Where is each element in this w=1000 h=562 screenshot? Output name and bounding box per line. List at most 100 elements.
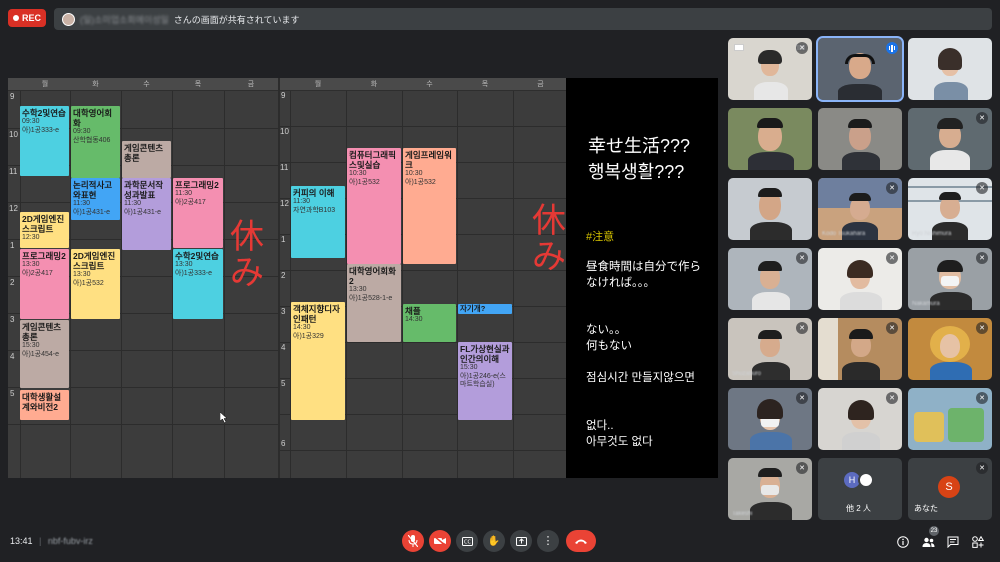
note-paragraph: 점심시간 만들지않으면 bbox=[586, 372, 695, 384]
self-avatar: S bbox=[938, 476, 960, 498]
calendar-event[interactable]: 대학영어회화2 13:30 아)1공528-1-e bbox=[347, 264, 401, 342]
participant-tile[interactable]: ✕ Shuzaburo bbox=[728, 318, 812, 380]
calendar-event[interactable]: 프로그래밍2 11:30 아)2공417 bbox=[173, 178, 223, 248]
chat-icon bbox=[947, 536, 959, 548]
captions-button[interactable]: CC bbox=[456, 530, 478, 552]
people-button[interactable] bbox=[920, 534, 936, 550]
calendar-event[interactable]: 수학2및연습 09:30 아)1공333-e bbox=[20, 106, 69, 176]
day-tue: 화 bbox=[92, 81, 99, 88]
camera-off-button[interactable] bbox=[429, 530, 451, 552]
hour-label: 3 bbox=[10, 315, 15, 324]
calendar-event[interactable]: 객체지향디자인패턴 14:30 아)1공329 bbox=[291, 302, 345, 420]
day-wed: 수 bbox=[143, 81, 150, 88]
more-options-button[interactable]: ⋮ bbox=[537, 530, 559, 552]
hour-label: 5 bbox=[281, 379, 286, 388]
break-mark: 休み bbox=[532, 201, 566, 277]
note-panel: 幸せ生活??? 행복생활??? #注意 昼食時間は自分で作らなければ。。。 ない… bbox=[566, 78, 718, 478]
participant-tile[interactable] bbox=[728, 108, 812, 170]
participant-tile-active-speaker[interactable] bbox=[816, 36, 904, 102]
clock-time: 13:41 bbox=[10, 536, 33, 546]
activities-shapes-icon bbox=[972, 536, 984, 548]
calendar-event[interactable]: 컴퓨터그래픽스및실습 10:30 아)1공532 bbox=[347, 148, 401, 264]
hour-label: 4 bbox=[281, 343, 286, 352]
mic-muted-icon: ✕ bbox=[976, 322, 988, 334]
hour-label: 3 bbox=[281, 307, 286, 316]
calendar-event[interactable]: 자기개? bbox=[458, 304, 512, 314]
day-thu: 목 bbox=[481, 81, 489, 88]
presenting-banner: (일)소미업소회에이성일 さんの画面が共有されています bbox=[54, 8, 992, 30]
leave-call-button[interactable] bbox=[566, 530, 596, 552]
calendar-event[interactable]: 대학영어회화 09:30 산학협동406 bbox=[71, 106, 120, 178]
calendar-event[interactable]: 과학문서작성과발표 11:30 아)1공431-e bbox=[122, 178, 171, 250]
day-mon: 월 bbox=[314, 81, 322, 88]
activities-button[interactable] bbox=[970, 534, 986, 550]
hand-icon: ✋ bbox=[487, 535, 501, 547]
participant-tile[interactable]: ✕ bbox=[818, 248, 902, 310]
calendar-event[interactable]: 채플 14:30 bbox=[403, 304, 456, 342]
hour-label: 9 bbox=[281, 91, 286, 100]
top-bar: REC (일)소미업소회에이성일 さんの画面が共有されています bbox=[0, 0, 1000, 38]
presenter-avatar bbox=[62, 12, 75, 26]
raise-hand-button[interactable]: ✋ bbox=[483, 530, 505, 552]
meeting-code[interactable]: nbf-fubv-irz bbox=[48, 536, 93, 546]
chat-button[interactable] bbox=[945, 534, 961, 550]
participant-tile[interactable]: ✕ Nakamura bbox=[908, 248, 992, 310]
camera-off-icon bbox=[434, 536, 446, 546]
mouse-cursor-icon bbox=[220, 412, 228, 423]
mic-muted-icon: ✕ bbox=[796, 462, 808, 474]
calendar-event[interactable]: 수학2및연습 13:30 아)1공333-e bbox=[173, 249, 223, 319]
calendar-event[interactable]: 프로그래밍2 13:30 아)2공417 bbox=[20, 249, 69, 319]
note-paragraph: 何もない bbox=[586, 340, 632, 352]
self-tile[interactable]: S ✕ あなた bbox=[908, 458, 992, 520]
participant-tile[interactable]: ✕ bbox=[908, 108, 992, 170]
note-title-ja: 幸せ生活??? bbox=[588, 136, 691, 156]
hour-label: 1 bbox=[10, 241, 15, 250]
calendar-event[interactable]: 게임프레임워크 10:30 아)1공532 bbox=[403, 148, 456, 264]
note-paragraph: 없다.. bbox=[586, 420, 614, 432]
participant-tile[interactable]: ✕ bbox=[728, 388, 812, 450]
calendar-event[interactable]: 게임콘텐츠총론 bbox=[122, 141, 171, 178]
others-label: 他 2 人 bbox=[846, 504, 871, 513]
participant-tile[interactable]: ✕ Takeshi bbox=[728, 458, 812, 520]
meeting-details-button[interactable] bbox=[895, 534, 911, 550]
participant-tile[interactable]: ✕ bbox=[728, 248, 812, 310]
people-icon bbox=[922, 537, 934, 547]
recording-badge: REC bbox=[8, 9, 46, 27]
calendar-header: 월 화 수 목 금 bbox=[8, 78, 278, 91]
svg-text:CC: CC bbox=[464, 539, 471, 545]
note-paragraph: ない。。 bbox=[586, 324, 627, 336]
participant-tile[interactable]: ✕ bbox=[908, 388, 992, 450]
participant-tile[interactable] bbox=[728, 178, 812, 240]
calendar-event[interactable]: 2D게임엔진스크립트 12:30 bbox=[20, 212, 69, 248]
mic-muted-icon: ✕ bbox=[796, 322, 808, 334]
participant-tile[interactable] bbox=[908, 38, 992, 100]
participant-tile[interactable]: ✕ bbox=[728, 38, 812, 100]
participant-tile[interactable]: ✕ bbox=[908, 318, 992, 380]
mic-off-button[interactable] bbox=[402, 530, 424, 552]
calendar-event[interactable]: 게임콘텐츠총론 15:30 아)1공454-e bbox=[20, 320, 69, 388]
others-tile[interactable]: H 他 2 人 bbox=[818, 458, 902, 520]
more-vertical-icon: ⋮ bbox=[542, 534, 554, 547]
note-paragraph: 昼食時間は自分で作らなければ。。。 bbox=[586, 261, 701, 289]
calendar-event[interactable]: 대학생활설계와비전2 bbox=[20, 390, 69, 420]
rec-label: REC bbox=[21, 13, 41, 23]
day-wed: 수 bbox=[426, 81, 433, 88]
mic-off-icon bbox=[408, 535, 418, 547]
hour-label: 10 bbox=[280, 127, 289, 136]
hour-label: 11 bbox=[9, 167, 18, 176]
calendar-event[interactable]: 2D게임엔진스크립트 13:30 아)1공532 bbox=[71, 249, 120, 319]
note-title-ko: 행복생활??? bbox=[588, 162, 685, 182]
hour-label: 11 bbox=[280, 163, 289, 172]
participant-tile[interactable]: ✕ bbox=[818, 388, 902, 450]
participant-tile[interactable]: ✕ Kodo Tsukahara bbox=[818, 178, 902, 240]
calendar-event[interactable]: FL가상현실과인간의이해 15:30 아)1공246-e(스마트학습실) bbox=[458, 342, 512, 420]
calendar-event[interactable]: 커피의 이해 11:30 자연과학B103 bbox=[291, 186, 345, 258]
day-mon: 월 bbox=[41, 81, 49, 88]
present-now-button[interactable] bbox=[510, 530, 532, 552]
participant-tile[interactable] bbox=[818, 108, 902, 170]
mic-muted-icon: ✕ bbox=[976, 392, 988, 404]
participant-tile[interactable]: ✕ Ryo Nishimura bbox=[908, 178, 992, 240]
calendar-event[interactable]: 논리적사고와표현 11:30 아)1공431-e bbox=[71, 178, 120, 220]
participant-tile[interactable]: ✕ bbox=[818, 318, 902, 380]
hour-label: 9 bbox=[10, 92, 15, 101]
